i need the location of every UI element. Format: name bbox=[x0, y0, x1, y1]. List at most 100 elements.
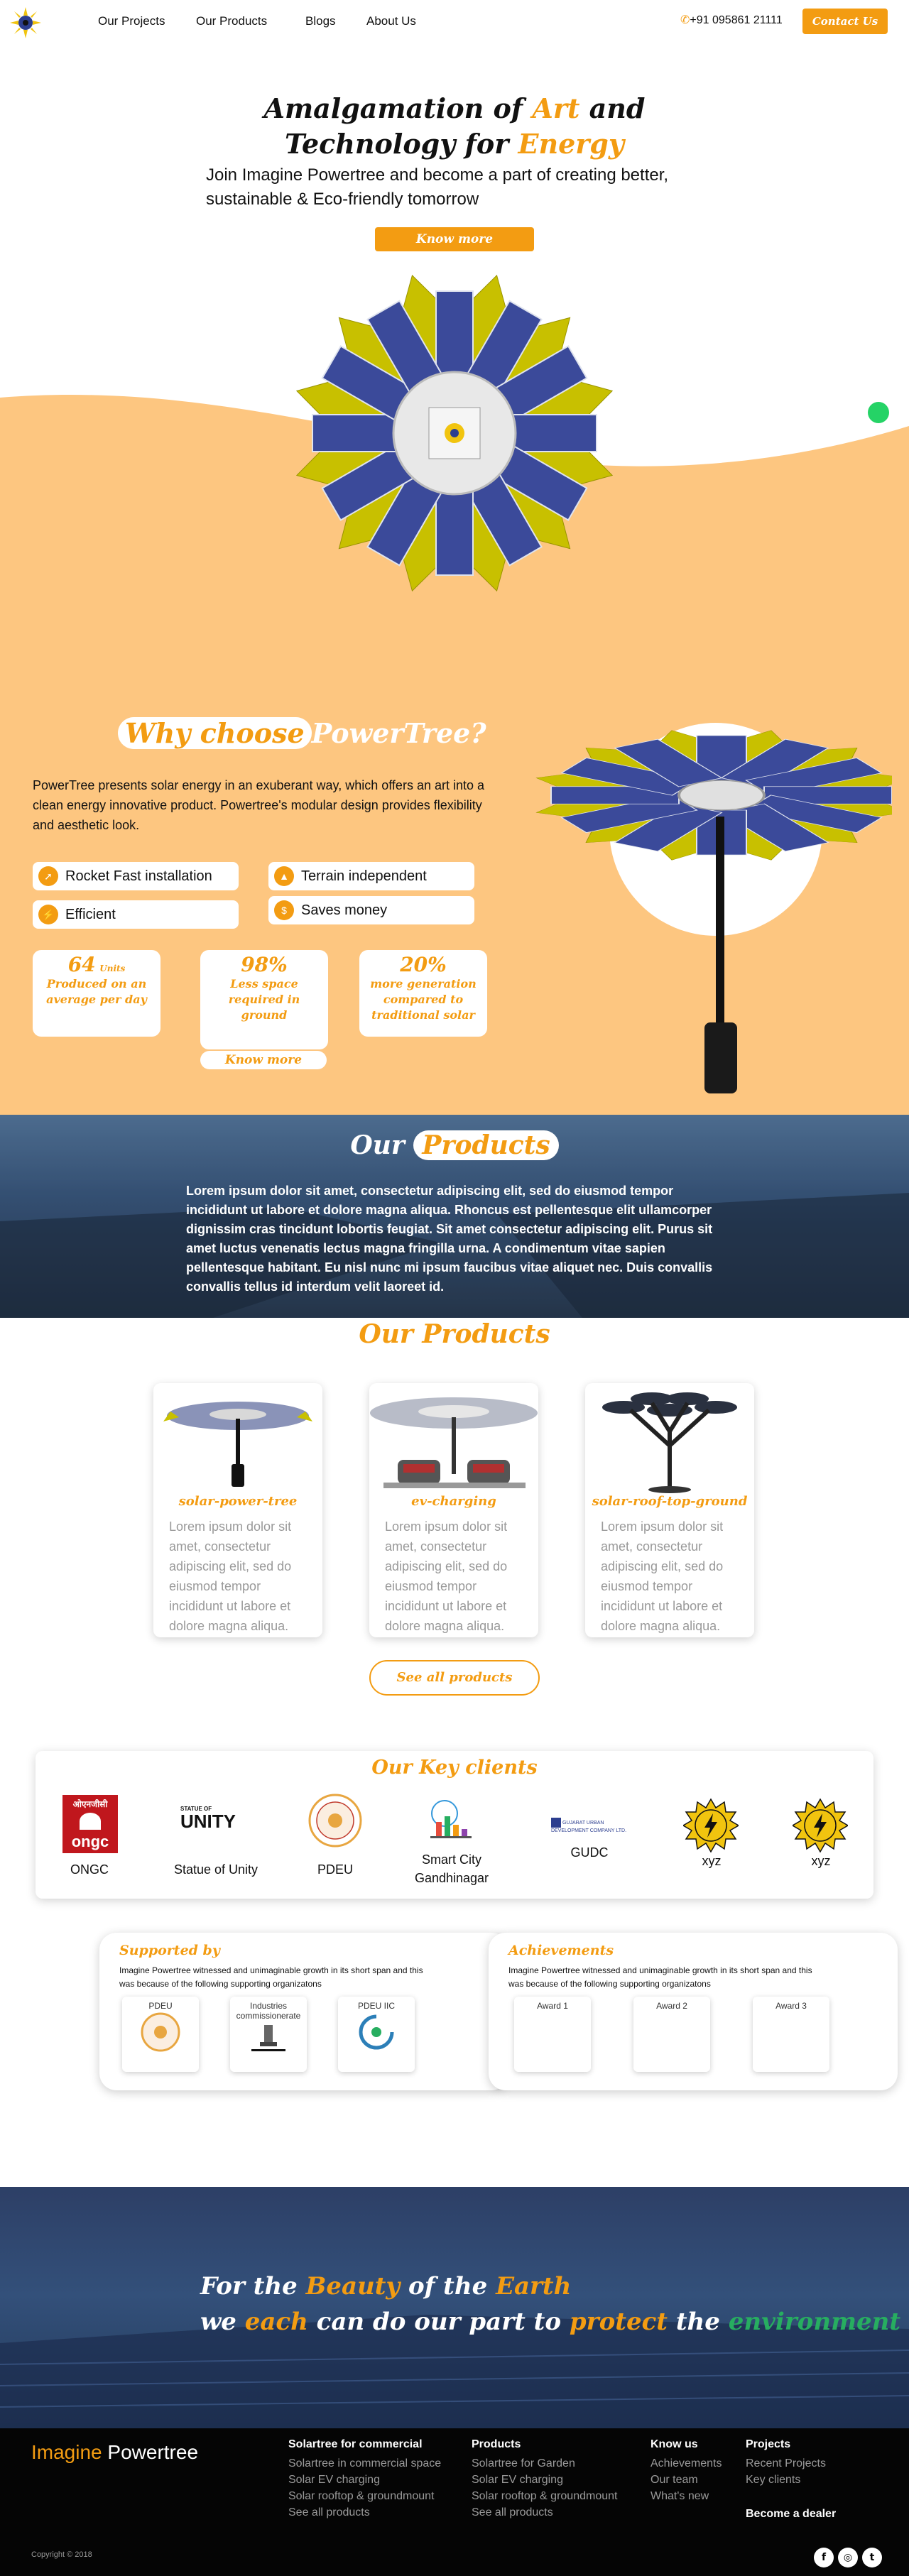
support-label: PDEU bbox=[148, 2001, 173, 2011]
ongc-logo: ओएनजीसी ongc bbox=[62, 1795, 118, 1853]
feature-saves-money: $ Saves money bbox=[268, 896, 474, 924]
stat-number: 98% bbox=[241, 953, 288, 976]
award-2: Award 2 bbox=[633, 1997, 710, 2072]
products-banner-text: Lorem ipsum dolor sit amet, consectetur … bbox=[186, 1184, 713, 1294]
supported-by-title: Supported by bbox=[119, 1943, 220, 1958]
earth-accent: Beauty bbox=[305, 2272, 401, 2301]
feature-rocket-fast: ➚ Rocket Fast installation bbox=[33, 862, 239, 890]
stat-number: 20% bbox=[400, 953, 447, 976]
earth-text: we bbox=[200, 2308, 245, 2336]
support-pdeu-iic: PDEU IIC bbox=[338, 1997, 415, 2072]
product-name[interactable]: solar-power-tree bbox=[153, 1494, 322, 1509]
product-description: Lorem ipsum dolor sit amet, consectetur … bbox=[601, 1519, 724, 1633]
achievements-text: Imagine Powertree witnessed and unimagin… bbox=[508, 1965, 812, 1989]
footer-link[interactable]: Solar rooftop & groundmount bbox=[472, 2488, 617, 2504]
pdeu-seal-icon bbox=[141, 2012, 180, 2052]
product-card-solar-roof-top-ground[interactable]: solar-roof-top-ground Lorem ipsum dolor … bbox=[585, 1383, 754, 1637]
footer-link[interactable]: Our team bbox=[651, 2472, 722, 2488]
footer-link[interactable]: Solar EV charging bbox=[288, 2472, 441, 2488]
earth-text: the bbox=[668, 2308, 729, 2336]
client-pdeu: PDEU bbox=[317, 1862, 353, 1877]
logo-sun-icon[interactable] bbox=[10, 7, 41, 38]
product-image bbox=[163, 1402, 312, 1487]
why-know-more-button[interactable]: Know more bbox=[200, 1051, 327, 1069]
footer-brand: Imagine Powertree bbox=[31, 2441, 198, 2464]
statue-of-unity-logo: STATUE OF UNITY bbox=[180, 1806, 244, 1831]
product-card-ev-charging[interactable]: ev-charging Lorem ipsum dolor sit amet, … bbox=[369, 1383, 538, 1637]
earth-text: of the bbox=[400, 2272, 496, 2301]
gudc-logo: GUJARAT URBAN DEVELOPMENT COMPANY LTD. bbox=[551, 1818, 631, 1834]
footer-link[interactable]: Solartree in commercial space bbox=[288, 2455, 441, 2472]
nav-about-us[interactable]: About Us bbox=[366, 14, 416, 28]
earth-accent: protect bbox=[569, 2308, 668, 2336]
product-card-solar-power-tree[interactable]: solar-power-tree Lorem ipsum dolor sit a… bbox=[153, 1383, 322, 1637]
top-nav: Our Projects Our Products Blogs About Us… bbox=[0, 0, 909, 44]
footer-link[interactable]: Solar rooftop & groundmount bbox=[288, 2488, 441, 2504]
footer-col-commercial: Solartree for commercial Solartree in co… bbox=[288, 2438, 441, 2521]
feature-terrain: ▲ Terrain independent bbox=[268, 862, 474, 890]
money-bag-icon: $ bbox=[274, 900, 294, 920]
instagram-icon[interactable]: ◎ bbox=[838, 2548, 858, 2567]
facebook-icon[interactable]: f bbox=[814, 2548, 834, 2567]
product-image bbox=[370, 1397, 538, 1488]
feature-label: Efficient bbox=[65, 906, 116, 922]
hero-subtitle: Join Imagine Powertree and become a part… bbox=[206, 165, 669, 209]
product-name[interactable]: solar-roof-top-ground bbox=[585, 1494, 754, 1509]
see-all-products-button[interactable]: See all products bbox=[369, 1660, 540, 1696]
support-pdeu: PDEU bbox=[122, 1997, 199, 2072]
achievements-card: Achievements Imagine Powertree witnessed… bbox=[489, 1933, 898, 2090]
stat-card-space: 98% Less space required in ground bbox=[200, 950, 328, 1049]
hero-title-line1: Amalgamation of Art and bbox=[0, 92, 909, 124]
award-1: Award 1 bbox=[514, 1997, 591, 2072]
footer-col-know-us: Know us Achievements Our team What's new bbox=[651, 2438, 722, 2504]
earth-text: For the bbox=[200, 2272, 306, 2301]
nav-our-products[interactable]: Our Products bbox=[196, 14, 267, 28]
our-products-heading: Our Products bbox=[359, 1319, 550, 1349]
pdeu-logo bbox=[308, 1794, 362, 1848]
achievements-title: Achievements bbox=[508, 1943, 614, 1958]
lightning-icon: ⚡ bbox=[38, 905, 58, 924]
supported-by-card: Supported by Imagine Powertree witnessed… bbox=[99, 1933, 508, 2090]
pdeu-iic-icon bbox=[359, 2014, 394, 2050]
footer-col-projects: Projects Recent Projects Key clients bbox=[746, 2438, 826, 2488]
ongc-logo-hindi: ओएनजीसी bbox=[72, 1799, 108, 1809]
phone-link[interactable]: ✆+91 095861 21111 bbox=[680, 13, 783, 27]
footer-link[interactable]: Achievements bbox=[651, 2455, 722, 2472]
stat-number: 64 bbox=[67, 953, 96, 976]
footer-col-products: Products Solartree for Garden Solar EV c… bbox=[472, 2438, 617, 2521]
gudc-logo-text: GUJARAT URBAN DEVELOPMENT COMPANY LTD. bbox=[551, 1820, 627, 1833]
footer-col-heading: Know us bbox=[651, 2438, 698, 2450]
client-smart-city: Smart City Gandhinagar bbox=[414, 1852, 489, 1885]
footer-link[interactable]: Solar EV charging bbox=[472, 2472, 617, 2488]
client-ongc: ONGC bbox=[70, 1862, 109, 1877]
hero-know-more-button[interactable]: Know more bbox=[375, 227, 534, 251]
twitter-icon[interactable]: t bbox=[862, 2548, 882, 2567]
earth-accent: each bbox=[244, 2308, 308, 2336]
hero-title-part: and bbox=[579, 92, 646, 124]
nav-our-projects[interactable]: Our Projects bbox=[98, 14, 165, 28]
stat-text: Produced on an average per day bbox=[46, 977, 147, 1006]
footer-link[interactable]: What's new bbox=[651, 2488, 722, 2504]
whatsapp-icon[interactable] bbox=[868, 402, 889, 423]
client-xyz-1: xyz bbox=[702, 1854, 722, 1868]
footer-link[interactable]: Solartree for Garden bbox=[472, 2455, 617, 2472]
client-xyz-2: xyz bbox=[811, 1854, 831, 1868]
smart-city-logo bbox=[430, 1800, 472, 1838]
stat-card-units: 64 Units Produced on an average per day bbox=[33, 950, 160, 1037]
support-industries: Industries commissionerate bbox=[230, 1997, 307, 2072]
nav-blogs[interactable]: Blogs bbox=[305, 14, 336, 28]
footer-link[interactable]: See all products bbox=[472, 2504, 617, 2521]
feature-label: Terrain independent bbox=[301, 868, 427, 884]
contact-us-button[interactable]: Contact Us bbox=[802, 9, 888, 34]
client-gudc: GUDC bbox=[570, 1845, 609, 1860]
footer-link[interactable]: Recent Projects bbox=[746, 2455, 826, 2472]
product-name[interactable]: ev-charging bbox=[369, 1494, 538, 1509]
footer-link[interactable]: See all products bbox=[288, 2504, 441, 2521]
footer-link[interactable]: Key clients bbox=[746, 2472, 826, 2488]
hero-title-part: Technology for bbox=[285, 128, 518, 160]
hero-title-line2: Technology for Energy bbox=[0, 128, 909, 160]
banner-title-part: Our bbox=[350, 1130, 405, 1160]
become-a-dealer-link[interactable]: Become a dealer bbox=[746, 2508, 836, 2521]
earth-accent: Earth bbox=[496, 2272, 572, 2301]
feature-efficient: ⚡ Efficient bbox=[33, 900, 239, 929]
